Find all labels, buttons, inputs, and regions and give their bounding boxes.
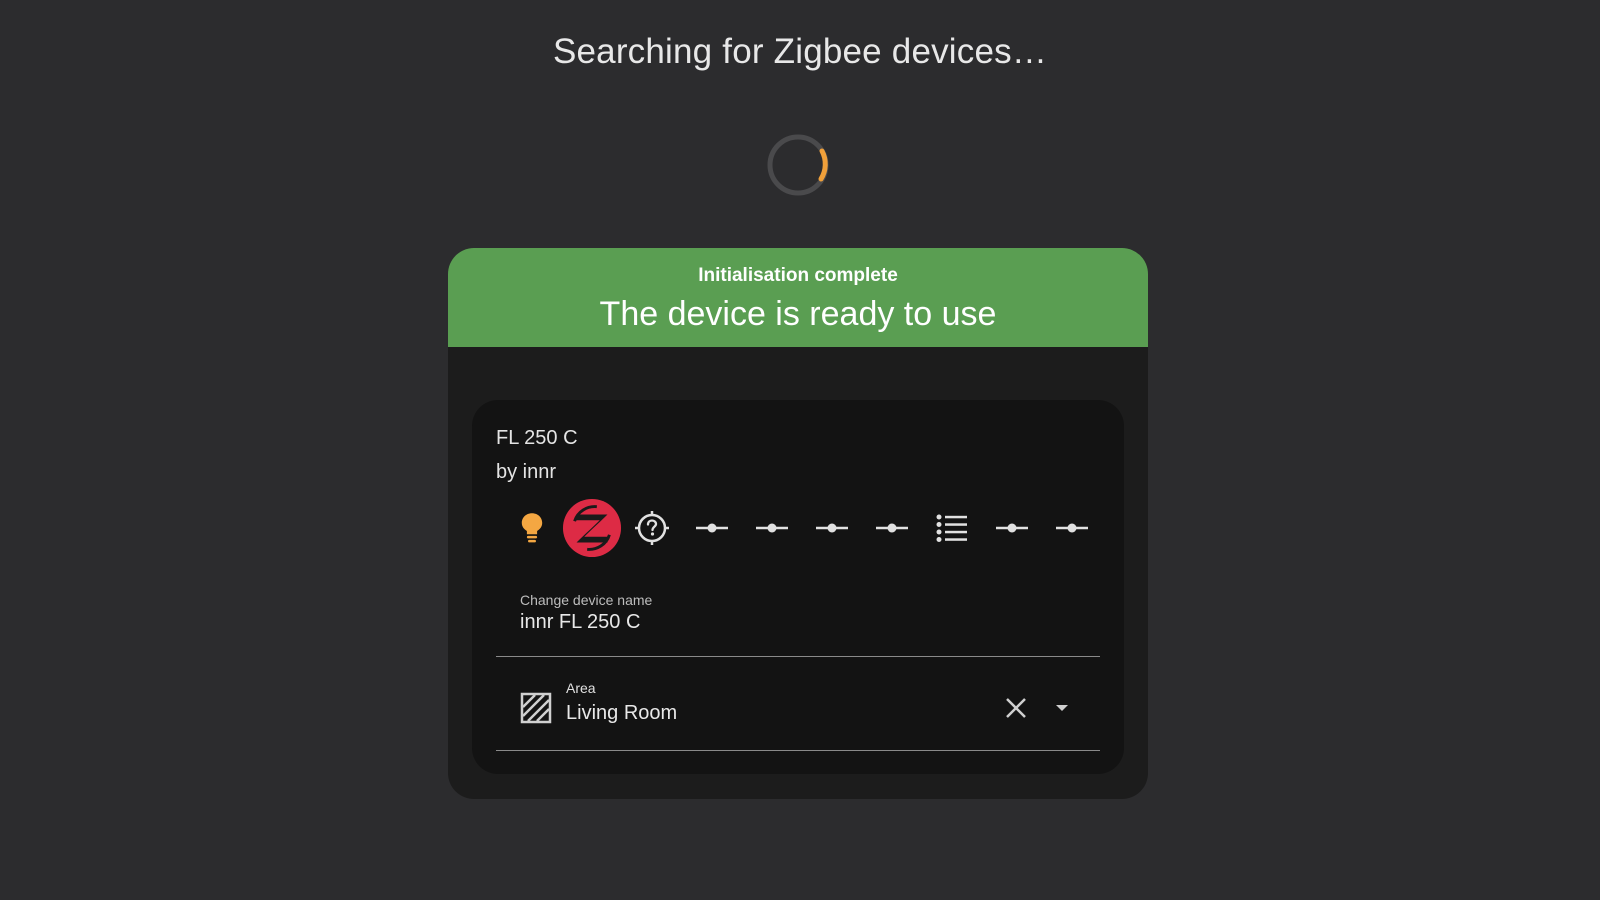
- device-card: FL 250 C by innr Change device name innr…: [472, 400, 1124, 774]
- entity-sensor-1[interactable]: [682, 496, 742, 560]
- area-label: Area: [566, 680, 596, 696]
- device-name-field[interactable]: Change device name: [496, 580, 1100, 657]
- status-banner-title: The device is ready to use: [599, 295, 997, 333]
- ray-vertex-icon: [696, 523, 728, 533]
- lightbulb-icon: [521, 513, 543, 543]
- menu-down-icon[interactable]: [1048, 694, 1076, 722]
- ray-vertex-icon: [816, 523, 848, 533]
- entity-sensor-5[interactable]: [982, 496, 1042, 560]
- entity-identify[interactable]: [622, 496, 682, 560]
- format-list-bulleted-icon: [936, 514, 967, 542]
- area-picker[interactable]: Area Living Room: [496, 666, 1100, 751]
- entity-sensor-6[interactable]: [1042, 496, 1102, 560]
- device-manufacturer: by innr: [496, 461, 557, 483]
- entity-icon-row: [502, 496, 1102, 560]
- ray-vertex-icon: [876, 523, 908, 533]
- status-banner: Initialisation complete The device is re…: [448, 248, 1148, 347]
- zigbee-pairing-page: Searching for Zigbee devices… Initialisa…: [0, 0, 1600, 900]
- status-banner-subtitle: Initialisation complete: [698, 265, 898, 286]
- ray-vertex-icon: [756, 523, 788, 533]
- zigbee-logo-icon: [562, 498, 622, 558]
- crosshairs-question-icon: [635, 511, 669, 545]
- area-value: Living Room: [566, 702, 678, 724]
- ray-vertex-icon: [1056, 523, 1088, 533]
- device-dialog: Initialisation complete The device is re…: [448, 248, 1148, 799]
- device-name-input[interactable]: [520, 611, 1080, 634]
- entity-sensor-4[interactable]: [862, 496, 922, 560]
- ray-vertex-icon: [996, 523, 1028, 533]
- loading-spinner: [767, 134, 829, 196]
- entity-sensor-2[interactable]: [742, 496, 802, 560]
- entity-zigbee[interactable]: [562, 496, 622, 560]
- device-model: FL 250 C: [496, 427, 578, 449]
- entity-light[interactable]: [502, 496, 562, 560]
- page-title: Searching for Zigbee devices…: [552, 32, 1048, 71]
- entity-sensor-3[interactable]: [802, 496, 862, 560]
- device-name-label: Change device name: [520, 592, 653, 608]
- entity-select[interactable]: [922, 496, 982, 560]
- texture-box-icon: [520, 692, 552, 724]
- close-icon[interactable]: [1002, 694, 1030, 722]
